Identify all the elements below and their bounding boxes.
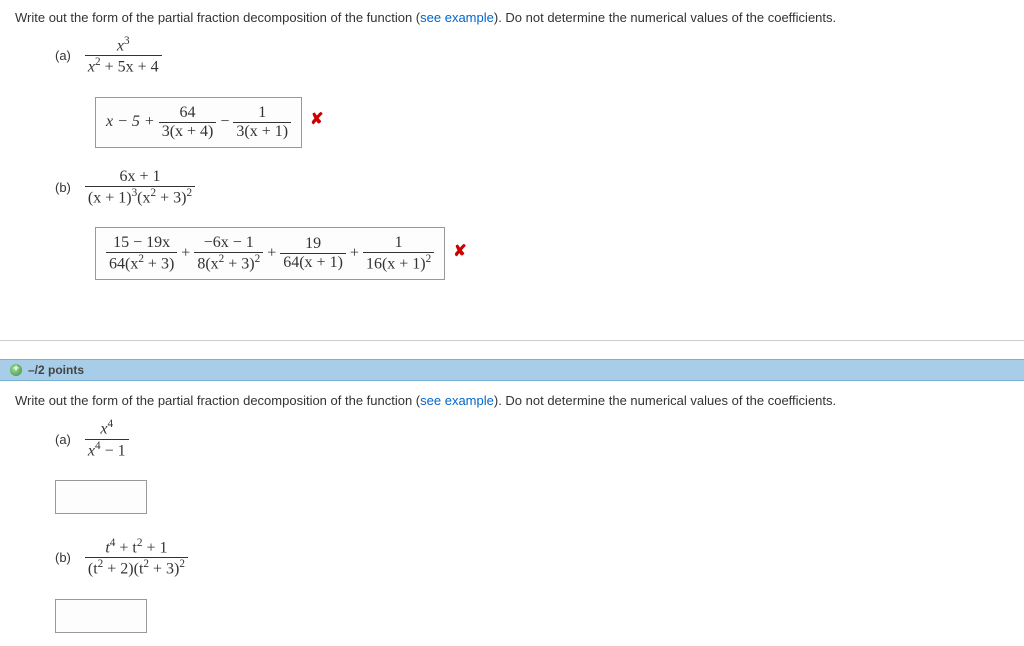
- q1a-ans-frac2: 1 3(x + 1): [233, 104, 291, 141]
- q1a-label: (a): [55, 48, 71, 63]
- q2b-dm: + 2)(t: [103, 561, 143, 578]
- q1b-de3: 2: [186, 187, 192, 199]
- q2b-answer-box[interactable]: [55, 599, 147, 633]
- q2a-num: x: [100, 421, 107, 438]
- q1b-t2-dpo: + 3): [224, 255, 254, 272]
- q1b-t2-oe: 2: [255, 253, 261, 265]
- q1b-t2-dp: 8(x: [197, 255, 218, 272]
- q1a-f2-den: 3(x + 1): [236, 123, 288, 140]
- q2a-dp: x: [88, 442, 95, 459]
- q1b-t2-num: −6x − 1: [204, 234, 254, 251]
- q1b-t1: 15 − 19x 64(x2 + 3): [106, 234, 177, 273]
- q2a-answer-box[interactable]: [55, 480, 147, 514]
- q1b-t1-dpo: + 3): [144, 255, 174, 272]
- q1-prompt: Write out the form of the partial fracti…: [15, 10, 1009, 25]
- q2b-fraction: t4 + t2 + 1 (t2 + 2)(t2 + 3)2: [85, 537, 188, 579]
- q1b-label: (b): [55, 180, 71, 195]
- q1-part-b: (b) 6x + 1 (x + 1)3(x2 + 3)2: [55, 168, 1009, 207]
- q1b-t3: 19 64(x + 1): [280, 235, 346, 272]
- q1b-t4-den: 16(x + 1): [366, 255, 426, 272]
- q1a-minus: −: [220, 113, 229, 130]
- plus: +: [181, 244, 190, 261]
- q1b-answer-box[interactable]: 15 − 19x 64(x2 + 3) + −6x − 1 8(x2 + 3)2…: [95, 227, 445, 280]
- q2-prompt: Write out the form of the partial fracti…: [15, 393, 1009, 408]
- q1-prompt-after: ). Do not determine the numerical values…: [494, 10, 836, 25]
- q1b-answer-row: 15 − 19x 64(x2 + 3) + −6x − 1 8(x2 + 3)2…: [55, 221, 1009, 280]
- q2b-npo: + 1: [142, 539, 167, 556]
- q2a-dpo: − 1: [101, 442, 126, 459]
- q1b-t1-num: 15 − 19x: [113, 234, 170, 251]
- q1b-t4-de: 2: [426, 253, 432, 265]
- q1a-fraction: x3 x2 + 5x + 4: [85, 35, 162, 77]
- q2-prompt-before: Write out the form of the partial fracti…: [15, 393, 420, 408]
- expand-icon[interactable]: [10, 364, 22, 376]
- points-text: –/2 points: [28, 363, 84, 377]
- q1b-t4-num: 1: [363, 234, 434, 252]
- q1a-den-pre: x: [88, 59, 95, 76]
- q2-part-b: (b) t4 + t2 + 1 (t2 + 2)(t2 + 3)2: [55, 537, 1009, 579]
- points-bar: –/2 points: [0, 359, 1024, 381]
- q2-prompt-after: ). Do not determine the numerical values…: [494, 393, 836, 408]
- q1b-den-pre: (x + 1): [88, 189, 132, 206]
- q2a-ne: 4: [108, 418, 114, 430]
- q2b-dpo: + 3): [149, 561, 179, 578]
- q1b-num: 6x + 1: [119, 168, 160, 185]
- q1a-f1-den: 3(x + 4): [162, 123, 214, 140]
- see-example-link[interactable]: see example: [420, 10, 494, 25]
- q1b-den-mid: (x: [137, 189, 150, 206]
- q1b-den-post: + 3): [156, 189, 186, 206]
- wrong-icon: ✘: [453, 241, 466, 261]
- q1b-fraction: 6x + 1 (x + 1)3(x2 + 3)2: [85, 168, 195, 207]
- q2a-fraction: x4 x4 − 1: [85, 418, 129, 460]
- q1a-f2-num: 1: [233, 104, 291, 122]
- q2b-doe: 2: [179, 558, 185, 570]
- plus: +: [267, 244, 276, 261]
- q1-part-a: (a) x3 x2 + 5x + 4: [55, 35, 1009, 77]
- see-example-link[interactable]: see example: [420, 393, 494, 408]
- q2b-nm: + t: [115, 539, 136, 556]
- q2-part-a: (a) x4 x4 − 1: [55, 418, 1009, 460]
- q2a-label: (a): [55, 432, 71, 447]
- question-divider: –/2 points: [0, 310, 1024, 381]
- q1b-t1-dp: 64(x: [109, 255, 138, 272]
- q1b-t3-num: 19: [280, 235, 346, 253]
- q1a-num-exp: 3: [124, 35, 130, 47]
- q2b-label: (b): [55, 550, 71, 565]
- plus: +: [350, 244, 359, 261]
- q1a-answer-row: x − 5 + 64 3(x + 4) − 1 3(x + 1) ✘: [55, 91, 1009, 148]
- q1a-ans-lead: x − 5 +: [106, 113, 155, 130]
- q1a-ans-frac1: 64 3(x + 4): [159, 104, 217, 141]
- q1a-answer-box[interactable]: x − 5 + 64 3(x + 4) − 1 3(x + 1): [95, 97, 302, 148]
- q1b-t3-den: 64(x + 1): [283, 254, 343, 271]
- q1a-den-post: + 5x + 4: [101, 59, 159, 76]
- wrong-icon: ✘: [310, 109, 323, 129]
- q1b-t2: −6x − 1 8(x2 + 3)2: [194, 234, 263, 273]
- q1-prompt-before: Write out the form of the partial fracti…: [15, 10, 420, 25]
- q2b-dp: (t: [88, 561, 98, 578]
- q1b-t4: 1 16(x + 1)2: [363, 234, 434, 273]
- q1a-num: x: [117, 37, 124, 54]
- q1a-f1-num: 64: [159, 104, 217, 122]
